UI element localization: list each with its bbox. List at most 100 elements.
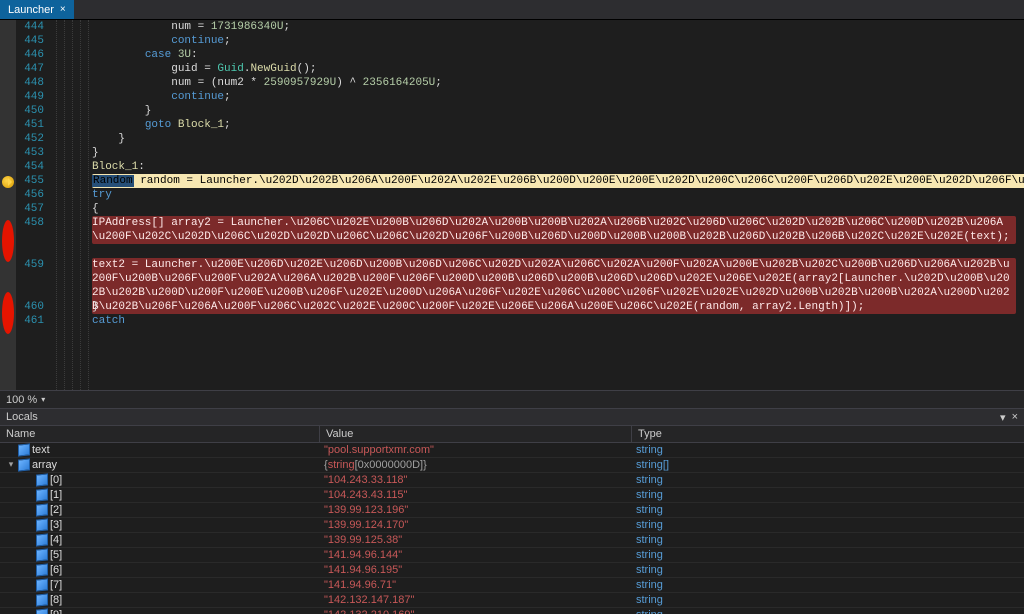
line-numbers: 4444454464474484494504514524534544554564… (16, 20, 52, 390)
code-line[interactable]: } (92, 132, 1020, 146)
spacer (24, 504, 34, 514)
chevron-down-icon[interactable]: ▾ (41, 395, 45, 404)
chevron-down-icon[interactable]: ▾ (6, 459, 16, 469)
table-row[interactable]: [3] "139.99.124.170"string (0, 518, 1024, 533)
current-line-icon (2, 176, 14, 188)
glyph-margin[interactable] (0, 20, 16, 390)
locals-columns: Name Value Type (0, 426, 1024, 443)
spacer (24, 579, 34, 589)
code-line[interactable]: try (92, 188, 1020, 202)
line-number: 452 (16, 132, 44, 146)
table-row[interactable]: [6]"141.94.96.195"string (0, 563, 1024, 578)
breakpoint-icon[interactable] (2, 292, 14, 334)
var-value: "139.99.123.196" (320, 504, 632, 516)
chevron-down-icon[interactable]: ▾ (1000, 411, 1006, 424)
code-line[interactable]: } (92, 104, 1020, 118)
line-number: 454 (16, 160, 44, 174)
code-line[interactable]: goto Block_1; (92, 118, 1020, 132)
var-type: string (632, 549, 1024, 561)
code-line[interactable]: continue; (92, 34, 1020, 48)
spacer (24, 564, 34, 574)
code-line[interactable]: IPAddress[] array2 = Launcher.\u206C\u20… (92, 216, 1020, 258)
tab-label: Launcher (8, 4, 54, 16)
spacer (24, 489, 34, 499)
col-name[interactable]: Name (0, 426, 320, 442)
code-line[interactable]: case 3U: (92, 48, 1020, 62)
code-line[interactable]: num = 1731986340U; (92, 20, 1020, 34)
variable-icon (18, 443, 30, 456)
var-type: string (632, 564, 1024, 576)
spacer (24, 534, 34, 544)
close-icon[interactable]: × (60, 4, 66, 15)
line-number: 447 (16, 62, 44, 76)
line-number: 455 (16, 174, 44, 188)
col-value[interactable]: Value (320, 426, 632, 442)
var-value: "141.94.96.71" (320, 579, 632, 591)
table-row[interactable]: ▾ array{string[0x0000000D]}string[] (0, 458, 1024, 473)
code-line[interactable]: text2 = Launcher.\u200E\u206D\u202E\u206… (92, 258, 1020, 300)
var-type: string (632, 519, 1024, 531)
var-value: "141.94.96.195" (320, 564, 632, 576)
line-number: 453 (16, 146, 44, 160)
table-row[interactable]: [2] "139.99.123.196"string (0, 503, 1024, 518)
var-value: "139.99.125.38" (320, 534, 632, 546)
var-type: string (632, 579, 1024, 591)
variable-icon (36, 563, 48, 576)
line-number: 460 (16, 300, 44, 314)
line-number: 461 (16, 314, 44, 328)
line-number: 459 (16, 258, 44, 300)
zoom-level[interactable]: 100 % (6, 394, 37, 406)
line-number: 457 (16, 202, 44, 216)
table-row[interactable]: [0] "104.243.33.118"string (0, 473, 1024, 488)
code-line[interactable]: Block_1: (92, 160, 1020, 174)
code-line[interactable]: catch (92, 314, 1020, 328)
code-line[interactable]: { (92, 202, 1020, 216)
var-name: [8] (50, 594, 62, 606)
table-row[interactable]: [5]"141.94.96.144"string (0, 548, 1024, 563)
variable-icon (36, 548, 48, 561)
code-line[interactable]: Random random = Launcher.\u202D\u202B\u2… (92, 174, 1020, 188)
spacer (24, 519, 34, 529)
variable-icon (36, 488, 48, 501)
tab-launcher[interactable]: Launcher × (0, 0, 74, 19)
var-name: [0] (50, 474, 62, 486)
var-value: "104.243.33.118" (320, 474, 632, 486)
var-name: [3] (50, 519, 62, 531)
col-type[interactable]: Type (632, 426, 1024, 442)
breakpoint-icon[interactable] (2, 220, 14, 262)
var-type: string (632, 594, 1024, 606)
code-line[interactable]: guid = Guid.NewGuid(); (92, 62, 1020, 76)
code-area[interactable]: num = 1731986340U; continue; case 3U: gu… (92, 20, 1024, 390)
var-value: "142.132.147.187" (320, 594, 632, 606)
line-number: 445 (16, 34, 44, 48)
code-editor[interactable]: 4444454464474484494504514524534544554564… (0, 20, 1024, 390)
spacer (24, 474, 34, 484)
table-row[interactable]: [8] "142.132.147.187"string (0, 593, 1024, 608)
zoom-bar: 100 % ▾ (0, 390, 1024, 408)
var-type: string (632, 474, 1024, 486)
var-name: text (32, 444, 50, 456)
var-type: string (632, 534, 1024, 546)
code-line[interactable]: num = (num2 * 2590957929U) ^ 2356164205U… (92, 76, 1020, 90)
close-icon[interactable]: × (1012, 411, 1018, 423)
spacer (6, 444, 16, 454)
var-value: "pool.supportxmr.com" (320, 444, 632, 456)
var-type: string (632, 504, 1024, 516)
code-line[interactable]: } (92, 146, 1020, 160)
var-name: [9] (50, 609, 62, 614)
var-name: [2] (50, 504, 62, 516)
table-row[interactable]: [1]"104.243.43.115"string (0, 488, 1024, 503)
table-row[interactable]: [4]"139.99.125.38"string (0, 533, 1024, 548)
table-row[interactable]: text "pool.supportxmr.com"string (0, 443, 1024, 458)
var-type: string (632, 444, 1024, 456)
locals-panel-header: Locals ▾ × (0, 408, 1024, 426)
variable-icon (36, 608, 48, 614)
var-type: string (632, 489, 1024, 501)
indent-guides (52, 20, 92, 390)
var-value: "139.99.124.170" (320, 519, 632, 531)
code-line[interactable]: continue; (92, 90, 1020, 104)
table-row[interactable]: [9]"142.132.210.169"string (0, 608, 1024, 614)
table-row[interactable]: [7]"141.94.96.71"string (0, 578, 1024, 593)
variable-icon (36, 473, 48, 486)
var-value: {string[0x0000000D]} (320, 459, 632, 471)
